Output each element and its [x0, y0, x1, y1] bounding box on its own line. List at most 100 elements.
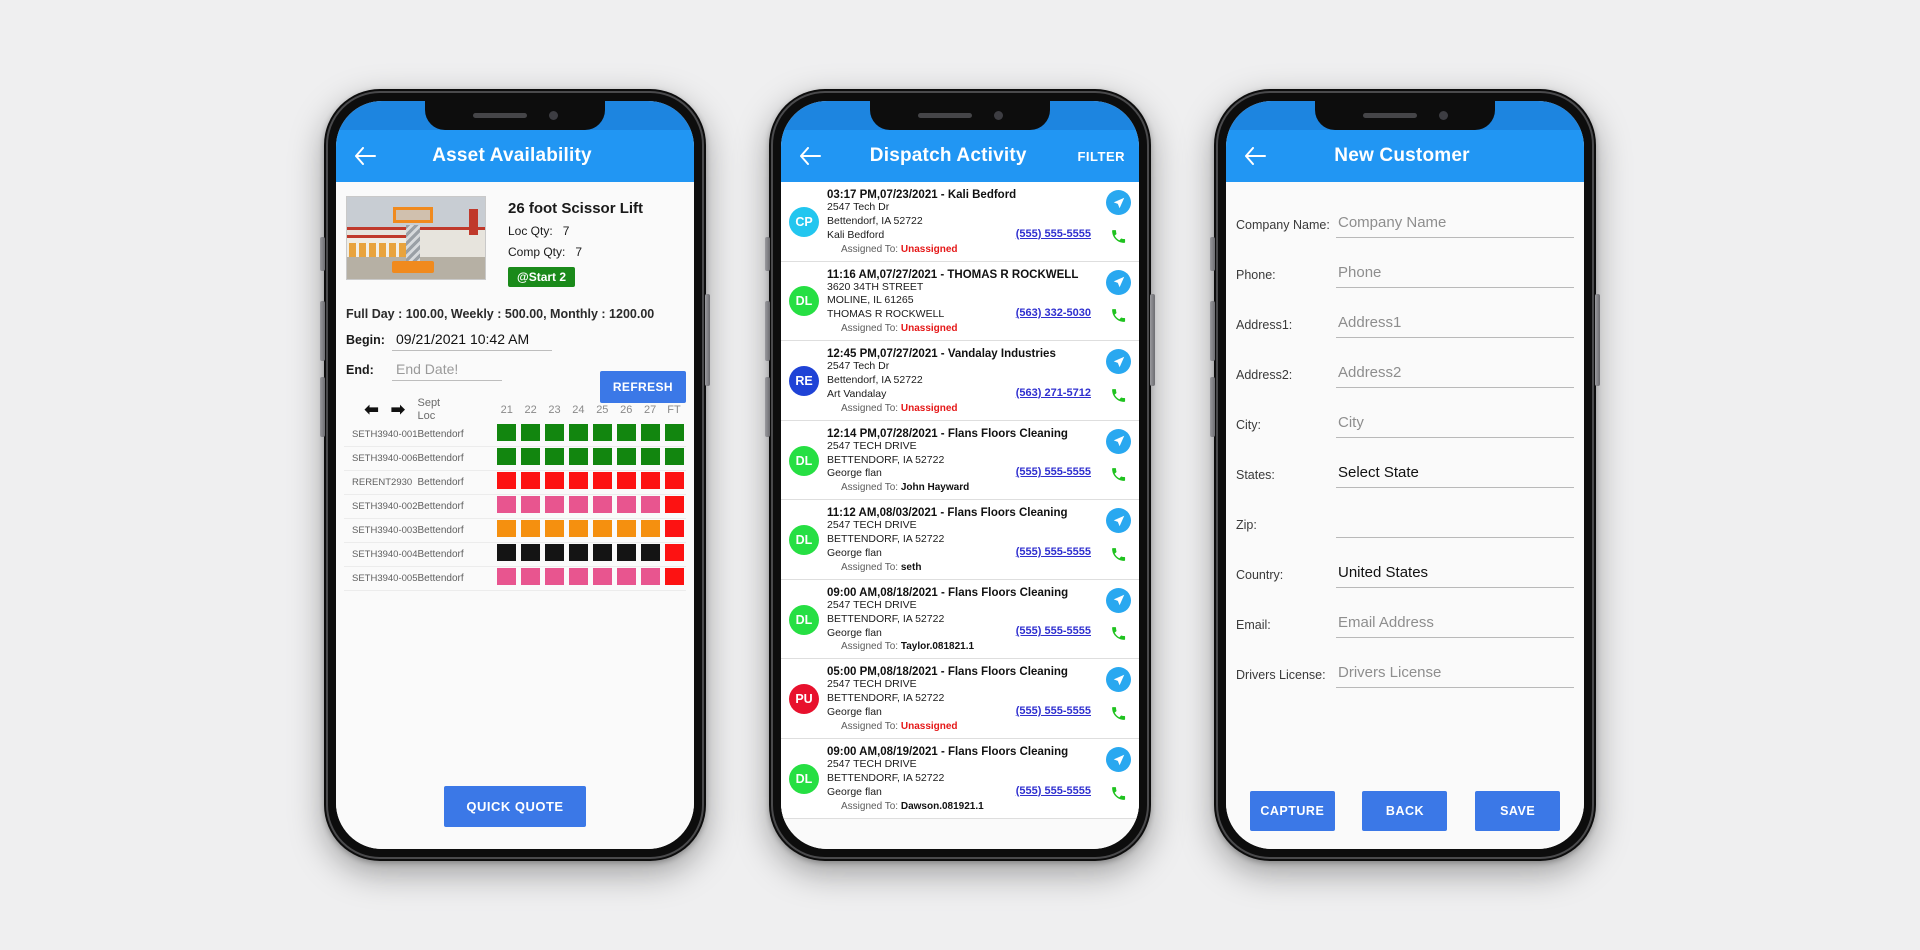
phone1-volume-down-button[interactable]: [320, 377, 325, 437]
availability-cell[interactable]: [518, 542, 543, 567]
dispatch-list-item[interactable]: PU 05:00 PM,08/18/2021 - Flans Floors Cle…: [781, 659, 1139, 740]
availability-cell[interactable]: [590, 566, 615, 591]
dispatch-list-item[interactable]: RE 12:45 PM,07/27/2021 - Vandalay Industr…: [781, 341, 1139, 421]
availability-cell[interactable]: [566, 542, 591, 567]
form-field-input[interactable]: [1336, 514, 1574, 538]
availability-cell[interactable]: [638, 542, 663, 567]
refresh-button[interactable]: REFRESH: [599, 371, 686, 403]
availability-cell[interactable]: [662, 422, 686, 447]
availability-cell[interactable]: [542, 494, 567, 519]
availability-cell[interactable]: [494, 422, 519, 447]
availability-cell[interactable]: [518, 566, 543, 591]
form-field-input[interactable]: Email Address: [1336, 614, 1574, 638]
phone2-mute-switch[interactable]: [765, 237, 770, 271]
next-week-icon[interactable]: ➡: [391, 400, 405, 420]
form-field-input[interactable]: United States: [1336, 564, 1574, 588]
navigation-arrow-icon[interactable]: [1106, 508, 1131, 534]
availability-cell[interactable]: [518, 494, 543, 519]
availability-cell[interactable]: [518, 446, 543, 471]
quick-quote-button[interactable]: QUICK QUOTE: [444, 786, 586, 827]
start-badge[interactable]: @Start 2: [508, 267, 576, 287]
availability-cell[interactable]: [590, 494, 615, 519]
availability-cell[interactable]: [662, 518, 686, 543]
dispatch-list-item[interactable]: DL 09:00 AM,08/19/2021 - Flans Floors Cle…: [781, 739, 1139, 819]
availability-cell[interactable]: [638, 446, 663, 471]
phone-call-icon[interactable]: [1106, 702, 1131, 724]
availability-cell[interactable]: [542, 422, 567, 447]
availability-cell[interactable]: [590, 518, 615, 543]
phone2-volume-up-button[interactable]: [765, 301, 770, 361]
dispatch-list-item[interactable]: CP 03:17 PM,07/23/2021 - Kali Bedford 2547…: [781, 182, 1139, 262]
availability-cell[interactable]: [566, 470, 591, 495]
end-date-input[interactable]: End Date!: [392, 361, 502, 381]
phone1-volume-up-button[interactable]: [320, 301, 325, 361]
phone3-power-button[interactable]: [1595, 294, 1600, 386]
availability-cell[interactable]: [494, 518, 519, 543]
phone-number-link[interactable]: (555) 555-5555: [1016, 705, 1091, 717]
navigation-arrow-icon[interactable]: [1106, 428, 1131, 454]
form-field-input[interactable]: Select State: [1336, 464, 1574, 488]
availability-cell[interactable]: [590, 446, 615, 471]
availability-cell[interactable]: [494, 470, 519, 495]
availability-cell[interactable]: [614, 542, 639, 567]
availability-cell[interactable]: [542, 470, 567, 495]
availability-cell[interactable]: [614, 566, 639, 591]
prev-week-icon[interactable]: ⬅: [364, 400, 378, 420]
form-field-input[interactable]: Drivers License: [1336, 664, 1574, 688]
availability-cell[interactable]: [638, 422, 663, 447]
form-field-input[interactable]: Address1: [1336, 314, 1574, 338]
availability-cell[interactable]: [494, 542, 519, 567]
navigation-arrow-icon[interactable]: [1106, 667, 1131, 693]
dispatch-list-item[interactable]: DL 12:14 PM,07/28/2021 - Flans Floors Cle…: [781, 420, 1139, 501]
availability-cell[interactable]: [518, 470, 543, 495]
phone-call-icon[interactable]: [1106, 225, 1131, 247]
navigation-arrow-icon[interactable]: [1106, 269, 1131, 295]
phone-number-link[interactable]: (563) 271-5712: [1016, 387, 1091, 399]
availability-cell[interactable]: [638, 470, 663, 495]
phone1-power-button[interactable]: [705, 294, 710, 386]
save-button[interactable]: SAVE: [1475, 791, 1561, 831]
availability-cell[interactable]: [566, 446, 591, 471]
phone-call-icon[interactable]: [1106, 782, 1131, 804]
availability-cell[interactable]: [590, 422, 615, 447]
phone1-mute-switch[interactable]: [320, 237, 325, 271]
availability-cell[interactable]: [542, 446, 567, 471]
availability-cell[interactable]: [494, 494, 519, 519]
availability-cell[interactable]: [566, 566, 591, 591]
phone-number-link[interactable]: (555) 555-5555: [1016, 546, 1091, 558]
navigation-arrow-icon[interactable]: [1106, 747, 1131, 773]
phone-number-link[interactable]: (555) 555-5555: [1016, 785, 1091, 797]
phone-call-icon[interactable]: [1106, 305, 1131, 327]
form-field-input[interactable]: Address2: [1336, 364, 1574, 388]
phone2-volume-down-button[interactable]: [765, 377, 770, 437]
phone3-volume-up-button[interactable]: [1210, 301, 1215, 361]
availability-cell[interactable]: [518, 518, 543, 543]
navigation-arrow-icon[interactable]: [1106, 349, 1131, 375]
availability-cell[interactable]: [518, 422, 543, 447]
availability-cell[interactable]: [662, 494, 686, 519]
phone-number-link[interactable]: (563) 332-5030: [1016, 307, 1091, 319]
navigation-arrow-icon[interactable]: [1106, 587, 1131, 613]
availability-cell[interactable]: [638, 566, 663, 591]
phone-call-icon[interactable]: [1106, 464, 1131, 486]
availability-cell[interactable]: [494, 446, 519, 471]
availability-cell[interactable]: [542, 542, 567, 567]
begin-date-input[interactable]: 09/21/2021 10:42 AM: [392, 331, 552, 351]
availability-cell[interactable]: [566, 422, 591, 447]
availability-cell[interactable]: [542, 518, 567, 543]
phone-call-icon[interactable]: [1106, 623, 1131, 645]
phone-call-icon[interactable]: [1106, 384, 1131, 406]
dispatch-list-item[interactable]: DL 11:12 AM,08/03/2021 - Flans Floors Cle…: [781, 500, 1139, 580]
availability-cell[interactable]: [662, 470, 686, 495]
phone3-volume-down-button[interactable]: [1210, 377, 1215, 437]
availability-cell[interactable]: [662, 446, 686, 471]
form-field-input[interactable]: City: [1336, 414, 1574, 438]
back-button[interactable]: BACK: [1362, 791, 1448, 831]
dispatch-list-item[interactable]: DL 11:16 AM,07/27/2021 - THOMAS R ROCKWEL…: [781, 261, 1139, 342]
navigation-arrow-icon[interactable]: [1106, 190, 1131, 215]
availability-cell[interactable]: [590, 470, 615, 495]
phone-number-link[interactable]: (555) 555-5555: [1016, 466, 1091, 478]
availability-cell[interactable]: [566, 494, 591, 519]
form-field-input[interactable]: Company Name: [1336, 214, 1574, 238]
availability-cell[interactable]: [662, 542, 686, 567]
